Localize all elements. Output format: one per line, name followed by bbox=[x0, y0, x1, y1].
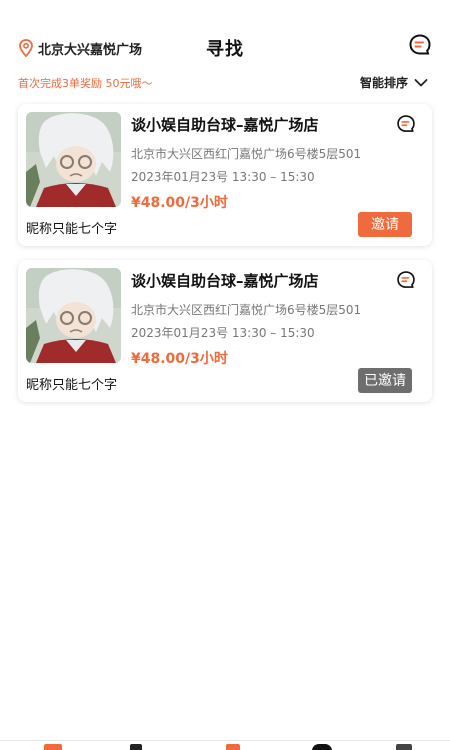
sort-selector[interactable]: 智能排序 bbox=[360, 74, 428, 91]
chevron-down-icon bbox=[414, 78, 428, 86]
page: 北京大兴嘉悦广场 寻找 首次完成3单奖励 50元哦～ 智能排序 谈小娱自助台球–… bbox=[0, 0, 450, 750]
sort-label: 智能排序 bbox=[359, 76, 408, 90]
venue-address: 北京市大兴区西红门嘉悦广场6号楼5层501 bbox=[131, 303, 362, 317]
invite-button[interactable]: 邀请 bbox=[358, 212, 412, 237]
nav-messages-icon[interactable] bbox=[312, 744, 332, 750]
chat-bubble-icon[interactable] bbox=[396, 270, 416, 290]
nickname: 昵称只能七个字 bbox=[26, 378, 118, 393]
chat-bubble-icon[interactable] bbox=[408, 33, 432, 57]
nav-games-icon[interactable] bbox=[226, 744, 240, 750]
page-title: 寻找 bbox=[206, 39, 244, 60]
header: 北京大兴嘉悦广场 寻找 bbox=[0, 0, 450, 70]
nickname: 昵称只能七个字 bbox=[26, 222, 118, 237]
price: ¥48.00/3小时 bbox=[131, 195, 228, 211]
list-item[interactable]: 谈小娱自助台球–嘉悦广场店 北京市大兴区西红门嘉悦广场6号楼5层501 2023… bbox=[18, 260, 432, 402]
price: ¥48.00/3小时 bbox=[131, 351, 228, 367]
sub-bar: 首次完成3单奖励 50元哦～ 智能排序 bbox=[0, 72, 450, 94]
avatar bbox=[26, 112, 121, 207]
booking-time: 2023年01月23号 13:30 – 15:30 bbox=[131, 170, 315, 184]
nav-discover-icon[interactable] bbox=[130, 744, 142, 750]
invitation-list: 谈小娱自助台球–嘉悦广场店 北京市大兴区西红门嘉悦广场6号楼5层501 2023… bbox=[18, 104, 432, 416]
bottom-nav bbox=[0, 740, 450, 750]
promo-banner: 首次完成3单奖励 50元哦～ bbox=[18, 77, 153, 90]
list-item[interactable]: 谈小娱自助台球–嘉悦广场店 北京市大兴区西红门嘉悦广场6号楼5层501 2023… bbox=[18, 104, 432, 246]
avatar bbox=[26, 268, 121, 363]
venue-name: 谈小娱自助台球–嘉悦广场店 bbox=[131, 116, 319, 134]
invited-button[interactable]: 已邀请 bbox=[358, 368, 412, 393]
venue-address: 北京市大兴区西红门嘉悦广场6号楼5层501 bbox=[131, 147, 362, 161]
nav-profile-icon[interactable] bbox=[396, 744, 412, 750]
chat-bubble-icon[interactable] bbox=[396, 114, 416, 134]
nav-home-icon[interactable] bbox=[44, 744, 62, 750]
booking-time: 2023年01月23号 13:30 – 15:30 bbox=[131, 326, 315, 340]
venue-name: 谈小娱自助台球–嘉悦广场店 bbox=[131, 272, 319, 290]
